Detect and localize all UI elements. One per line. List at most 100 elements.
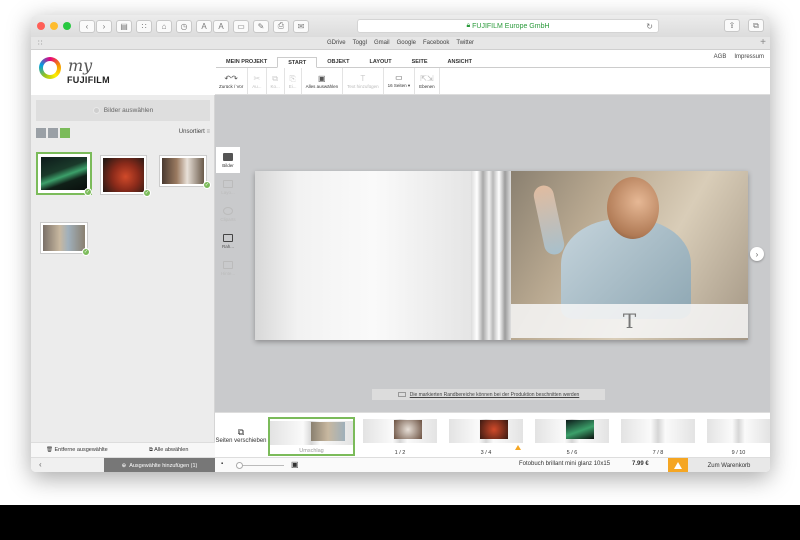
layers-button[interactable]: ⇱⇲ Ebenen — [415, 68, 440, 94]
check-icon: ✓ — [84, 188, 92, 196]
font-larger-button[interactable]: A — [213, 19, 229, 33]
tool-bilder[interactable]: Bilder — [216, 147, 240, 173]
page-thumb-cover[interactable]: Umschlag — [268, 417, 355, 456]
zoom-slider-handle[interactable] — [236, 462, 243, 469]
smiley-icon — [223, 206, 233, 215]
tab-seite[interactable]: SEITE — [402, 57, 438, 67]
page-thumb-9-10[interactable]: 9 / 10 — [707, 417, 770, 456]
product-name: Fotobuch brillant mini glanz 10x15 — [519, 461, 611, 467]
zoom-window-button[interactable] — [63, 22, 71, 30]
bookmarks-grid-icon[interactable]: ∷ — [38, 39, 42, 47]
undo-redo-button[interactable]: ↶↷ Zurück / Vor — [215, 68, 249, 94]
deselect-all-button[interactable]: ⧉ Alle abwählen — [149, 447, 188, 454]
page-thumb-5-6[interactable]: 5 / 6 — [535, 417, 609, 456]
cut-button[interactable]: ✂ Au... — [248, 68, 267, 94]
trim-notice[interactable]: Die markierten Randbereiche können bei d… — [372, 389, 605, 400]
desktop: ‹ › ▤ ∷ ⌂ ◷ A A ▭ ✎ ⎙ ✉ 🔒︎ FUJIFILM Euro… — [0, 0, 800, 505]
back-cover[interactable] — [255, 171, 471, 340]
main-tabs: MEIN PROJEKT START OBJEKT LAYOUT SEITE A… — [216, 57, 770, 68]
reload-icon[interactable]: ↻ — [646, 22, 653, 31]
add-selected-button[interactable]: ⊕ Ausgewählte hinzufügen (1) — [104, 458, 215, 472]
page-thumb-3-4[interactable]: 3 / 4 — [449, 417, 523, 456]
copy-button[interactable]: ⧉ Ko... — [267, 68, 285, 94]
address-bar[interactable]: 🔒︎ FUJIFILM Europe GmbH ↻ — [357, 19, 659, 33]
forward-nav-button[interactable]: › — [96, 19, 112, 33]
mail-icon[interactable]: ✉ — [293, 19, 309, 33]
editor-canvas[interactable]: T › Die markierten Randbereiche können b… — [215, 95, 770, 412]
image-thumb-desk[interactable] — [159, 155, 207, 187]
page-thumb-7-8[interactable]: 7 / 8 — [621, 417, 695, 456]
sort-lines-icon: ≡ — [206, 129, 210, 135]
move-pages-button[interactable]: ⧉ Seiten verschieben — [215, 413, 267, 458]
font-smaller-button[interactable]: A — [196, 19, 212, 33]
bookmark-twitter[interactable]: Twitter — [456, 40, 474, 46]
cover-text-field[interactable]: T — [511, 304, 748, 338]
back-arrow-icon[interactable]: ‹ — [31, 458, 104, 472]
view-medium-icon[interactable] — [48, 128, 58, 138]
check-icon: ✓ — [143, 189, 151, 197]
remove-selected-button[interactable]: 🗑︎ Entferne ausgewählte — [46, 447, 108, 453]
tab-objekt[interactable]: OBJEKT — [317, 57, 359, 67]
tab-layout[interactable]: LAYOUT — [360, 57, 402, 67]
tabs-icon[interactable]: ⧉ — [748, 19, 764, 32]
zoom-in-icon[interactable]: ▣ — [291, 460, 299, 469]
add-text-button[interactable]: T Text hinzufügen — [343, 68, 384, 94]
paste-button[interactable]: ⎘ Ei... — [285, 68, 302, 94]
view-small-grid-icon[interactable] — [60, 128, 70, 138]
tool-layouts[interactable]: Layo... — [216, 174, 240, 200]
book-spread[interactable]: T — [255, 171, 748, 340]
book-spine[interactable] — [471, 171, 511, 340]
layout-icon — [223, 179, 233, 188]
sidebar-toggle-icon[interactable]: ▤ — [116, 19, 132, 33]
reader-icon[interactable]: ▭ — [233, 19, 249, 33]
home-icon[interactable]: ⌂ — [156, 19, 172, 33]
image-panel: Bilder auswählen Unsortiert ≡ ✓ ✓ ✓ ✓ — [31, 95, 215, 457]
logo[interactable]: my FUJIFILM — [31, 50, 215, 95]
tool-cliparts[interactable]: Cliparts — [216, 201, 240, 227]
tool-frames[interactable]: Rah... — [216, 228, 240, 254]
apps-grid-icon[interactable]: ∷ — [136, 19, 152, 33]
tool-background[interactable]: Hinte... — [216, 255, 240, 281]
vertical-toolbar: Bilder Layo... Cliparts Rah... Hinte... — [216, 147, 240, 282]
history-icon[interactable]: ◷ — [176, 19, 192, 33]
copy-icon: ⧉ — [272, 73, 279, 83]
print-icon[interactable]: ⎙ — [273, 19, 289, 33]
bookmark-gdrive[interactable]: GDrive — [327, 40, 346, 46]
bookmark-gmail[interactable]: Gmail — [374, 40, 390, 46]
zoom-out-icon[interactable]: ▪ — [221, 461, 223, 467]
front-cover[interactable]: T — [511, 171, 748, 340]
cover-photo-head — [607, 177, 659, 239]
next-page-arrow-icon[interactable]: › — [750, 247, 764, 261]
sort-dropdown[interactable]: Unsortiert ≡ — [179, 129, 210, 135]
view-large-icon[interactable] — [36, 128, 46, 138]
check-icon: ✓ — [203, 181, 211, 189]
zoom-slider[interactable]: ▪ ▣ — [221, 460, 301, 469]
minimize-window-button[interactable] — [50, 22, 58, 30]
check-icon: ✓ — [82, 248, 90, 256]
tab-mein-projekt[interactable]: MEIN PROJEKT — [216, 57, 277, 67]
page-thumb-1-2[interactable]: 1 / 2 — [363, 417, 437, 456]
tab-start[interactable]: START — [277, 57, 318, 68]
window-controls — [37, 22, 71, 30]
cart-button[interactable]: Zum Warenkorb — [688, 458, 770, 472]
paste-icon: ⎘ — [289, 73, 296, 83]
edit-icon[interactable]: ✎ — [253, 19, 269, 33]
image-thumb-aurora[interactable] — [36, 152, 92, 195]
back-nav-button[interactable]: ‹ — [79, 19, 95, 33]
cart-warning[interactable] — [668, 458, 688, 472]
tab-ansicht[interactable]: ANSICHT — [438, 57, 482, 67]
select-images-button[interactable]: Bilder auswählen — [36, 100, 210, 121]
image-thumb-baby[interactable] — [40, 222, 88, 254]
bookmark-facebook[interactable]: Facebook — [423, 40, 449, 46]
image-thumb-christmas[interactable] — [100, 155, 147, 195]
select-all-button[interactable]: ▣ Alles auswählen — [302, 68, 344, 94]
new-tab-icon[interactable]: + — [760, 37, 766, 48]
share-icon[interactable]: ⇪ — [724, 19, 740, 32]
bookmark-google[interactable]: Google — [397, 40, 416, 46]
view-options: Unsortiert ≡ — [36, 128, 210, 138]
background-icon — [223, 260, 233, 269]
fujifilm-ring-icon — [39, 57, 61, 79]
pages-dropdown[interactable]: ▭ 16 Seiten ▾ — [384, 68, 416, 94]
close-window-button[interactable] — [37, 22, 45, 30]
bookmark-toggl[interactable]: Toggl — [353, 40, 367, 46]
